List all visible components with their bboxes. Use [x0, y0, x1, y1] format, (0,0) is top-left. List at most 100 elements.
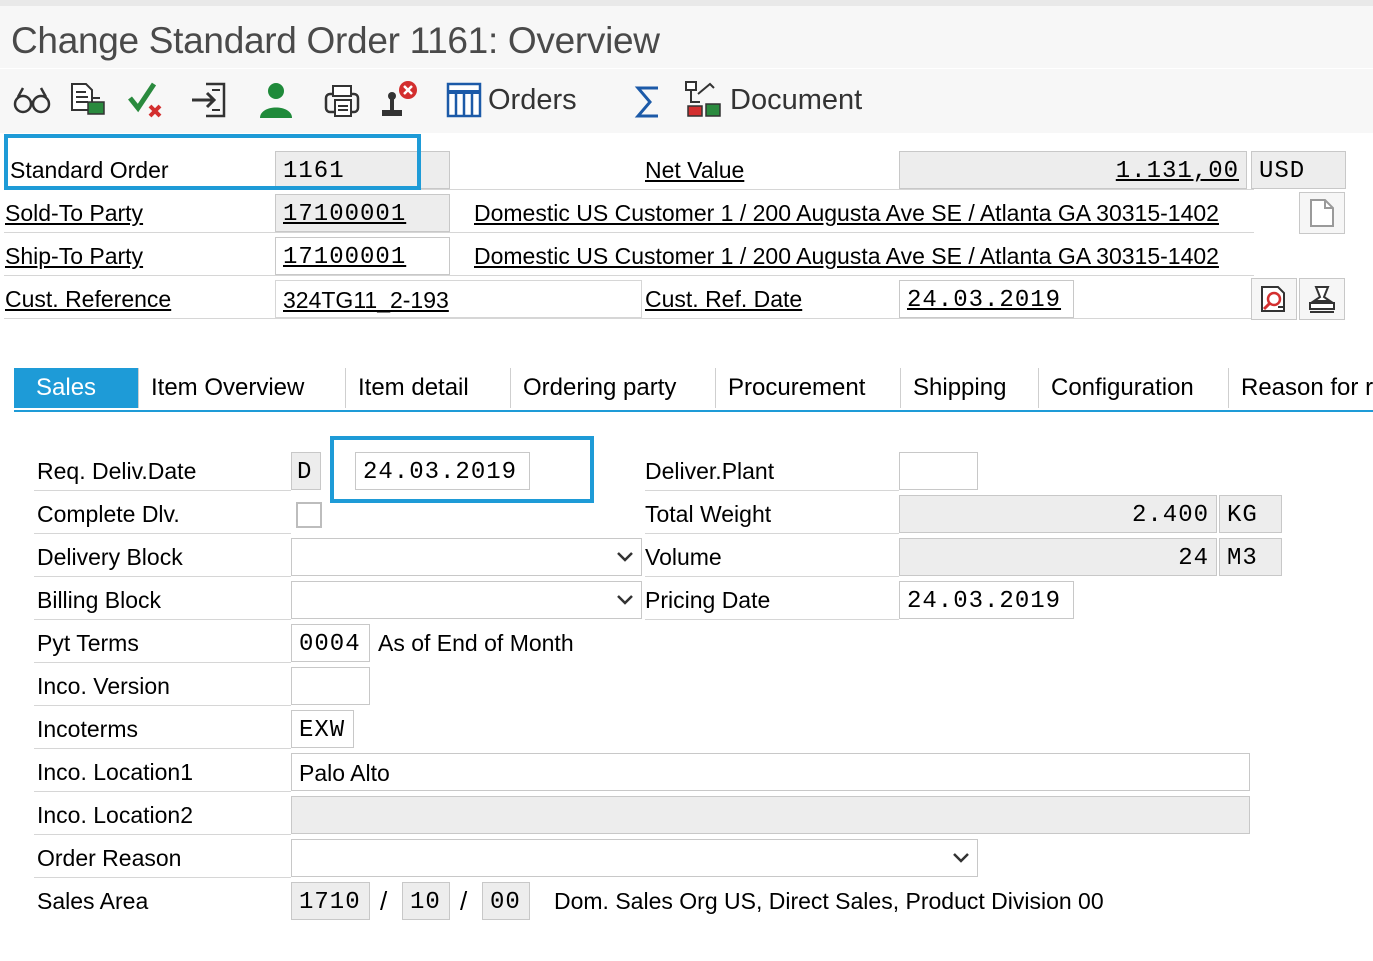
cust-reference-label[interactable]: Cust. Reference — [5, 286, 171, 313]
row-divider — [34, 877, 291, 878]
user-icon[interactable] — [256, 80, 296, 120]
total-weight-field: 2.400 — [899, 495, 1217, 533]
row-divider — [34, 490, 291, 491]
inco-location2-field — [291, 796, 1250, 834]
cust-ref-date-label[interactable]: Cust. Ref. Date — [645, 286, 802, 313]
row-divider — [645, 533, 899, 534]
cust-reference-field[interactable]: 324TG11_2-193 — [275, 280, 642, 318]
display-icon[interactable] — [12, 80, 52, 120]
row-divider — [34, 791, 291, 792]
tab-item-detail[interactable]: Item detail — [346, 368, 511, 408]
tab-underline — [14, 410, 1373, 412]
chevron-down-icon[interactable] — [616, 548, 634, 566]
pyt-terms-label: Pyt Terms — [37, 630, 139, 656]
standard-order-highlight — [4, 134, 421, 190]
sales-org-field: 1710 — [291, 882, 370, 920]
pyt-terms-field[interactable]: 0004 — [291, 624, 370, 662]
weight-unit-field: KG — [1219, 495, 1282, 533]
incoterms-field[interactable]: EXW — [291, 710, 354, 748]
row-divider — [34, 748, 291, 749]
pyt-terms-description: As of End of Month — [378, 630, 574, 656]
net-value-label[interactable]: Net Value — [645, 157, 744, 184]
row-divider — [4, 318, 1254, 319]
delivery-block-select[interactable] — [291, 538, 642, 576]
row-divider — [645, 576, 899, 577]
blank-document-icon — [1310, 199, 1334, 227]
sold-to-party-value: 17100001 — [283, 201, 407, 228]
sold-to-party-field: 17100001 — [275, 194, 450, 232]
incoterms-label: Incoterms — [37, 716, 138, 742]
dist-channel-field: 10 — [402, 882, 450, 920]
inco-version-label: Inco. Version — [37, 673, 170, 699]
orders-label: Orders — [488, 83, 577, 116]
inco-location1-label: Inco. Location1 — [37, 759, 194, 785]
page-title: Change Standard Order 1161: Overview — [11, 20, 660, 61]
ship-to-party-value: 17100001 — [283, 244, 407, 271]
print-icon[interactable] — [322, 80, 362, 120]
deliver-plant-field[interactable] — [899, 452, 978, 490]
row-divider — [34, 662, 291, 663]
row-divider — [34, 834, 291, 835]
order-reason-label: Order Reason — [37, 845, 182, 871]
row-divider — [34, 619, 291, 620]
sold-to-address-link[interactable]: Domestic US Customer 1 / 200 Augusta Ave… — [474, 200, 1219, 227]
document-search-icon — [1261, 286, 1285, 312]
document-button[interactable]: Document — [684, 78, 862, 122]
ship-to-address-link[interactable]: Domestic US Customer 1 / 200 Augusta Ave… — [474, 243, 1219, 270]
exit-icon[interactable] — [190, 80, 230, 120]
net-value-text: 1.131,00 — [1115, 158, 1239, 185]
sales-area-separator: / — [460, 886, 468, 916]
row-divider — [34, 576, 291, 577]
sales-area-label: Sales Area — [37, 888, 149, 914]
row-divider — [4, 232, 1254, 233]
tab-item-overview[interactable]: Item Overview — [139, 368, 346, 408]
orders-button[interactable]: Orders — [446, 78, 577, 122]
inco-version-field[interactable] — [291, 667, 370, 705]
cust-reference-value: 324TG11_2-193 — [283, 287, 449, 313]
stamp-button[interactable] — [1299, 278, 1345, 320]
document-copy-icon[interactable] — [68, 80, 108, 120]
tabstrip: Sales Item Overview Item detail Ordering… — [0, 368, 1373, 416]
volume-unit-field: M3 — [1219, 538, 1282, 576]
search-document-button[interactable] — [1251, 278, 1297, 320]
tab-shipping[interactable]: Shipping — [901, 368, 1039, 408]
document-button-small[interactable] — [1299, 192, 1345, 234]
tab-sales[interactable]: Sales — [14, 368, 139, 408]
document-label: Document — [730, 83, 863, 116]
billing-block-select[interactable] — [291, 581, 642, 619]
volume-label: Volume — [645, 544, 722, 570]
sum-icon[interactable] — [630, 82, 670, 122]
tab-ordering-party[interactable]: Ordering party — [511, 368, 716, 408]
total-weight-label: Total Weight — [645, 501, 772, 527]
volume-field: 24 — [899, 538, 1217, 576]
ship-to-party-field[interactable]: 17100001 — [275, 237, 450, 275]
deliver-plant-label: Deliver.Plant — [645, 458, 775, 484]
inco-location1-field[interactable]: Palo Alto — [291, 753, 1250, 791]
stop-icon[interactable] — [380, 80, 420, 120]
ship-to-party-label[interactable]: Ship-To Party — [5, 243, 143, 270]
tab-reason-for-rejection[interactable]: Reason for r — [1229, 368, 1373, 408]
chevron-down-icon[interactable] — [952, 849, 970, 867]
delivery-block-label: Delivery Block — [37, 544, 183, 570]
row-divider — [34, 533, 291, 534]
cust-ref-date-value: 24.03.2019 — [907, 287, 1062, 314]
title-bar: Change Standard Order 1161: Overview — [0, 0, 1373, 68]
row-divider — [645, 619, 899, 620]
req-deliv-date-label: Req. Deliv.Date — [37, 458, 197, 484]
check-icon[interactable] — [126, 80, 166, 120]
row-divider — [645, 490, 899, 491]
row-divider — [4, 275, 1254, 276]
chevron-down-icon[interactable] — [616, 591, 634, 609]
tab-configuration[interactable]: Configuration — [1039, 368, 1229, 408]
complete-dlv-checkbox[interactable] — [296, 502, 322, 528]
tab-procurement[interactable]: Procurement — [716, 368, 901, 408]
cust-ref-date-field[interactable]: 24.03.2019 — [899, 280, 1074, 318]
division-field: 00 — [482, 882, 530, 920]
sold-to-party-label[interactable]: Sold-To Party — [5, 200, 143, 227]
pricing-date-label: Pricing Date — [645, 587, 771, 613]
pricing-date-field[interactable]: 24.03.2019 — [899, 581, 1074, 619]
billing-block-label: Billing Block — [37, 587, 161, 613]
document-tree-icon — [685, 81, 721, 117]
order-reason-select[interactable] — [291, 839, 978, 877]
complete-dlv-label: Complete Dlv. — [37, 501, 180, 527]
